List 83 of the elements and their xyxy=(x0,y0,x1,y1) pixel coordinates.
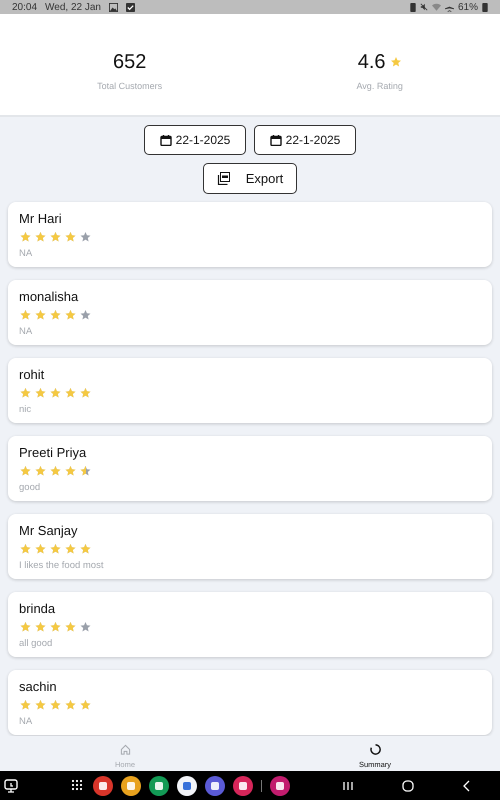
gallery-icon xyxy=(109,2,118,12)
battery-icon xyxy=(482,2,488,12)
star-icon xyxy=(49,465,62,477)
star-icon xyxy=(64,465,77,477)
review-comment: nic xyxy=(19,403,32,417)
customer-name: Mr Sanjay xyxy=(19,522,79,539)
loading-icon xyxy=(370,744,380,755)
review-comment: all good xyxy=(19,637,54,651)
star-icon xyxy=(79,621,92,633)
folder-app-icon[interactable] xyxy=(120,776,140,796)
star-icon xyxy=(64,699,77,711)
star-icon xyxy=(79,543,92,555)
stat-label: Avg. Rating xyxy=(356,80,403,93)
export-button[interactable]: Export xyxy=(203,163,297,194)
mute-icon xyxy=(420,3,428,11)
star-icon xyxy=(79,465,92,477)
phone-app-icon[interactable] xyxy=(148,776,168,796)
calendar-icon xyxy=(160,134,172,146)
internet-app-icon[interactable] xyxy=(204,776,224,796)
review-comment: good xyxy=(19,481,42,495)
star-icon xyxy=(19,465,32,477)
star-icon xyxy=(34,309,47,321)
star-icon xyxy=(64,621,77,633)
recents-icon[interactable] xyxy=(342,780,354,792)
star-icon xyxy=(34,387,47,399)
star-icon xyxy=(34,231,47,243)
calendar-icon xyxy=(270,134,282,146)
star-icon xyxy=(49,621,62,633)
star-icon xyxy=(79,231,92,243)
star-icon xyxy=(19,543,32,555)
star-icon xyxy=(19,231,32,243)
customer-name: Preeti Priya xyxy=(19,444,88,461)
status-date: Wed, 22 Jan xyxy=(45,0,101,14)
messages-app-icon[interactable] xyxy=(176,776,196,796)
star-icon xyxy=(49,309,62,321)
back-icon[interactable] xyxy=(462,780,472,792)
home-button-icon[interactable] xyxy=(402,780,414,792)
star-icon xyxy=(49,699,62,711)
date-button[interactable]: 22-1-2025 xyxy=(254,125,356,155)
customer-name: monalisha xyxy=(19,288,80,305)
customer-name: sachin xyxy=(19,678,58,695)
notes-app-icon[interactable] xyxy=(92,776,112,796)
stat-value: 4.6 xyxy=(358,52,386,72)
stat-label: Total Customers xyxy=(97,80,162,93)
star-icon xyxy=(34,543,47,555)
flower-app-icon[interactable] xyxy=(270,776,290,796)
date-button[interactable]: 22-1-2025 xyxy=(144,125,246,155)
battery-saver-icon xyxy=(410,2,416,12)
star-icon xyxy=(34,621,47,633)
home-icon xyxy=(120,744,130,755)
review-comment: I likes the food most xyxy=(19,559,104,573)
star-icon xyxy=(34,699,47,711)
star-icon xyxy=(34,465,47,477)
review-comment: NA xyxy=(19,325,34,339)
wifi-icon xyxy=(432,3,441,11)
review-comment: NA xyxy=(19,247,34,261)
star-icon xyxy=(64,387,77,399)
star-icon xyxy=(390,56,402,68)
star-icon xyxy=(79,387,92,399)
star-icon xyxy=(64,231,77,243)
review-comment: NA xyxy=(19,715,34,729)
customer-name: Mr Hari xyxy=(19,210,63,227)
customer-name: rohit xyxy=(19,366,46,383)
star-icon xyxy=(79,699,92,711)
star-icon xyxy=(64,543,77,555)
pdf-file-icon xyxy=(216,172,230,185)
star-icon xyxy=(19,387,32,399)
star-icon xyxy=(64,309,77,321)
star-icon xyxy=(79,309,92,321)
star-icon xyxy=(49,387,62,399)
star-icon xyxy=(19,621,32,633)
star-icon xyxy=(49,231,62,243)
stat-value: 652 xyxy=(112,52,146,72)
customer-name: brinda xyxy=(19,600,56,617)
apps-grid-icon[interactable] xyxy=(70,779,84,793)
battery-percent: 61% xyxy=(458,0,478,14)
star-icon xyxy=(19,309,32,321)
camera-app-icon[interactable] xyxy=(232,776,252,796)
status-time: 20:04 xyxy=(12,0,38,14)
star-icon xyxy=(49,543,62,555)
checkbox-icon xyxy=(126,2,135,12)
screen-icon[interactable] xyxy=(4,779,18,793)
star-icon xyxy=(19,699,32,711)
